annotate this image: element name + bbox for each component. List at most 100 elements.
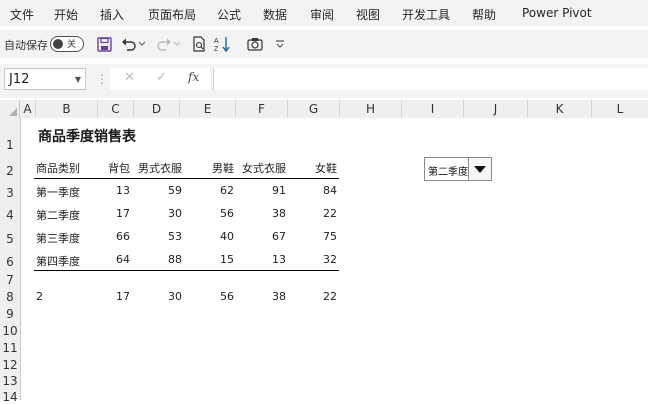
save-icon[interactable] <box>95 35 113 53</box>
header-cell-womens-clothing[interactable]: 女式衣服 <box>236 160 286 176</box>
chevron-down-icon[interactable]: ▼ <box>75 69 81 91</box>
insert-function-icon[interactable]: fx <box>188 70 199 84</box>
tab-home[interactable]: 开始 <box>54 6 78 23</box>
row-header-9[interactable]: 9 <box>0 307 20 321</box>
select-all-button[interactable] <box>0 100 20 118</box>
row-header-13[interactable]: 13 <box>0 374 20 388</box>
header-cell-mens-clothing[interactable]: 男式衣服 <box>134 160 182 176</box>
redo-icon[interactable] <box>155 35 173 53</box>
column-header-a[interactable]: A <box>20 100 36 118</box>
row-header-6[interactable]: 6 <box>0 255 20 269</box>
result-cell[interactable]: 22 <box>288 290 337 303</box>
splitter-dots-icon[interactable]: ⋮ <box>96 72 108 86</box>
autosave-toggle[interactable]: 关 <box>50 36 84 52</box>
header-cell-backpack[interactable]: 背包 <box>98 160 130 176</box>
column-header-g[interactable]: G <box>288 100 340 118</box>
table-cell[interactable]: 56 <box>180 207 234 220</box>
tab-review[interactable]: 审阅 <box>310 6 334 23</box>
toggle-state: 关 <box>67 40 77 50</box>
row-header-1[interactable]: 1 <box>0 138 20 152</box>
redo-dropdown-icon[interactable] <box>172 35 182 53</box>
row-header-7[interactable]: 7 <box>0 273 20 287</box>
table-cell[interactable]: 40 <box>180 230 234 243</box>
result-cell[interactable]: 56 <box>180 290 234 303</box>
row-header-5[interactable]: 5 <box>0 232 20 246</box>
column-header-f[interactable]: F <box>236 100 288 118</box>
row-header-10[interactable]: 10 <box>0 324 20 338</box>
table-cell[interactable]: 22 <box>288 207 337 220</box>
tab-insert[interactable]: 插入 <box>100 6 124 23</box>
table-cell[interactable]: 38 <box>236 207 286 220</box>
quick-access-toolbar: 自动保存 关 AZ <box>0 30 648 58</box>
sort-icon[interactable]: AZ <box>214 35 232 53</box>
tab-power-pivot[interactable]: Power Pivot <box>522 6 592 20</box>
table-cell[interactable]: 62 <box>180 184 234 197</box>
name-box[interactable]: J12 ▼ <box>4 68 86 90</box>
tab-file[interactable]: 文件 <box>10 6 34 23</box>
result-cell[interactable]: 2 <box>36 290 43 303</box>
column-header-d[interactable]: D <box>134 100 180 118</box>
table-cell[interactable]: 53 <box>134 230 182 243</box>
row-header-12[interactable]: 12 <box>0 358 20 372</box>
row-header-3[interactable]: 3 <box>0 186 20 200</box>
customize-toolbar-icon[interactable] <box>274 35 286 53</box>
tab-help[interactable]: 帮助 <box>472 6 496 23</box>
column-header-e[interactable]: E <box>180 100 236 118</box>
result-cell[interactable]: 30 <box>134 290 182 303</box>
svg-text:Z: Z <box>214 46 219 52</box>
column-header-c[interactable]: C <box>98 100 134 118</box>
table-cell[interactable]: 第二季度 <box>36 207 80 223</box>
column-header-h[interactable]: H <box>340 100 402 118</box>
confirm-icon[interactable]: ✓ <box>156 70 167 85</box>
name-box-value: J12 <box>9 72 30 87</box>
row-header-2[interactable]: 2 <box>0 164 20 178</box>
formula-input[interactable] <box>213 68 648 90</box>
row-header-8[interactable]: 8 <box>0 290 20 304</box>
print-preview-icon[interactable] <box>190 35 208 53</box>
tab-formulas[interactable]: 公式 <box>217 6 241 23</box>
table-cell[interactable]: 13 <box>236 253 286 266</box>
undo-icon[interactable] <box>120 35 138 53</box>
column-header-l[interactable]: L <box>592 100 648 118</box>
table-cell[interactable]: 第四季度 <box>36 253 80 269</box>
camera-icon[interactable] <box>246 35 264 53</box>
quarter-combo-box[interactable]: 第二季度 <box>424 157 492 181</box>
table-cell[interactable]: 84 <box>288 184 337 197</box>
tab-developer[interactable]: 开发工具 <box>402 6 450 23</box>
result-cell[interactable]: 17 <box>98 290 130 303</box>
column-header-j[interactable]: J <box>464 100 528 118</box>
result-cell[interactable]: 38 <box>236 290 286 303</box>
table-cell[interactable]: 67 <box>236 230 286 243</box>
svg-text:A: A <box>214 38 219 45</box>
column-header-i[interactable]: I <box>402 100 464 118</box>
table-cell[interactable]: 第一季度 <box>36 184 80 200</box>
table-cell[interactable]: 13 <box>98 184 130 197</box>
table-cell[interactable]: 64 <box>98 253 130 266</box>
header-cell-category[interactable]: 商品类别 <box>36 160 80 176</box>
table-cell[interactable]: 15 <box>180 253 234 266</box>
combo-dropdown-button[interactable] <box>468 158 491 180</box>
row-header-11[interactable]: 11 <box>0 341 20 355</box>
table-cell[interactable]: 75 <box>288 230 337 243</box>
header-cell-womens-shoes[interactable]: 女鞋 <box>288 160 337 176</box>
undo-dropdown-icon[interactable] <box>137 35 147 53</box>
tab-page-layout[interactable]: 页面布局 <box>148 6 196 23</box>
header-cell-mens-shoes[interactable]: 男鞋 <box>180 160 234 176</box>
tab-view[interactable]: 视图 <box>356 6 380 23</box>
table-cell[interactable]: 59 <box>134 184 182 197</box>
table-cell[interactable]: 91 <box>236 184 286 197</box>
table-cell[interactable]: 66 <box>98 230 130 243</box>
column-header-k[interactable]: K <box>528 100 592 118</box>
row-header-14[interactable]: 14 <box>0 390 20 404</box>
row-header-4[interactable]: 4 <box>0 208 20 222</box>
tab-data[interactable]: 数据 <box>263 6 287 23</box>
cancel-icon[interactable]: ✕ <box>124 70 135 85</box>
table-cell[interactable]: 88 <box>134 253 182 266</box>
column-header-b[interactable]: B <box>36 100 98 118</box>
table-cell[interactable]: 第三季度 <box>36 230 80 246</box>
table-cell[interactable]: 17 <box>98 207 130 220</box>
column-headers: A B C D E F G H I J K L <box>0 100 648 119</box>
formula-buttons: ✕ ✓ fx <box>110 68 210 90</box>
table-cell[interactable]: 30 <box>134 207 182 220</box>
table-cell[interactable]: 32 <box>288 253 337 266</box>
